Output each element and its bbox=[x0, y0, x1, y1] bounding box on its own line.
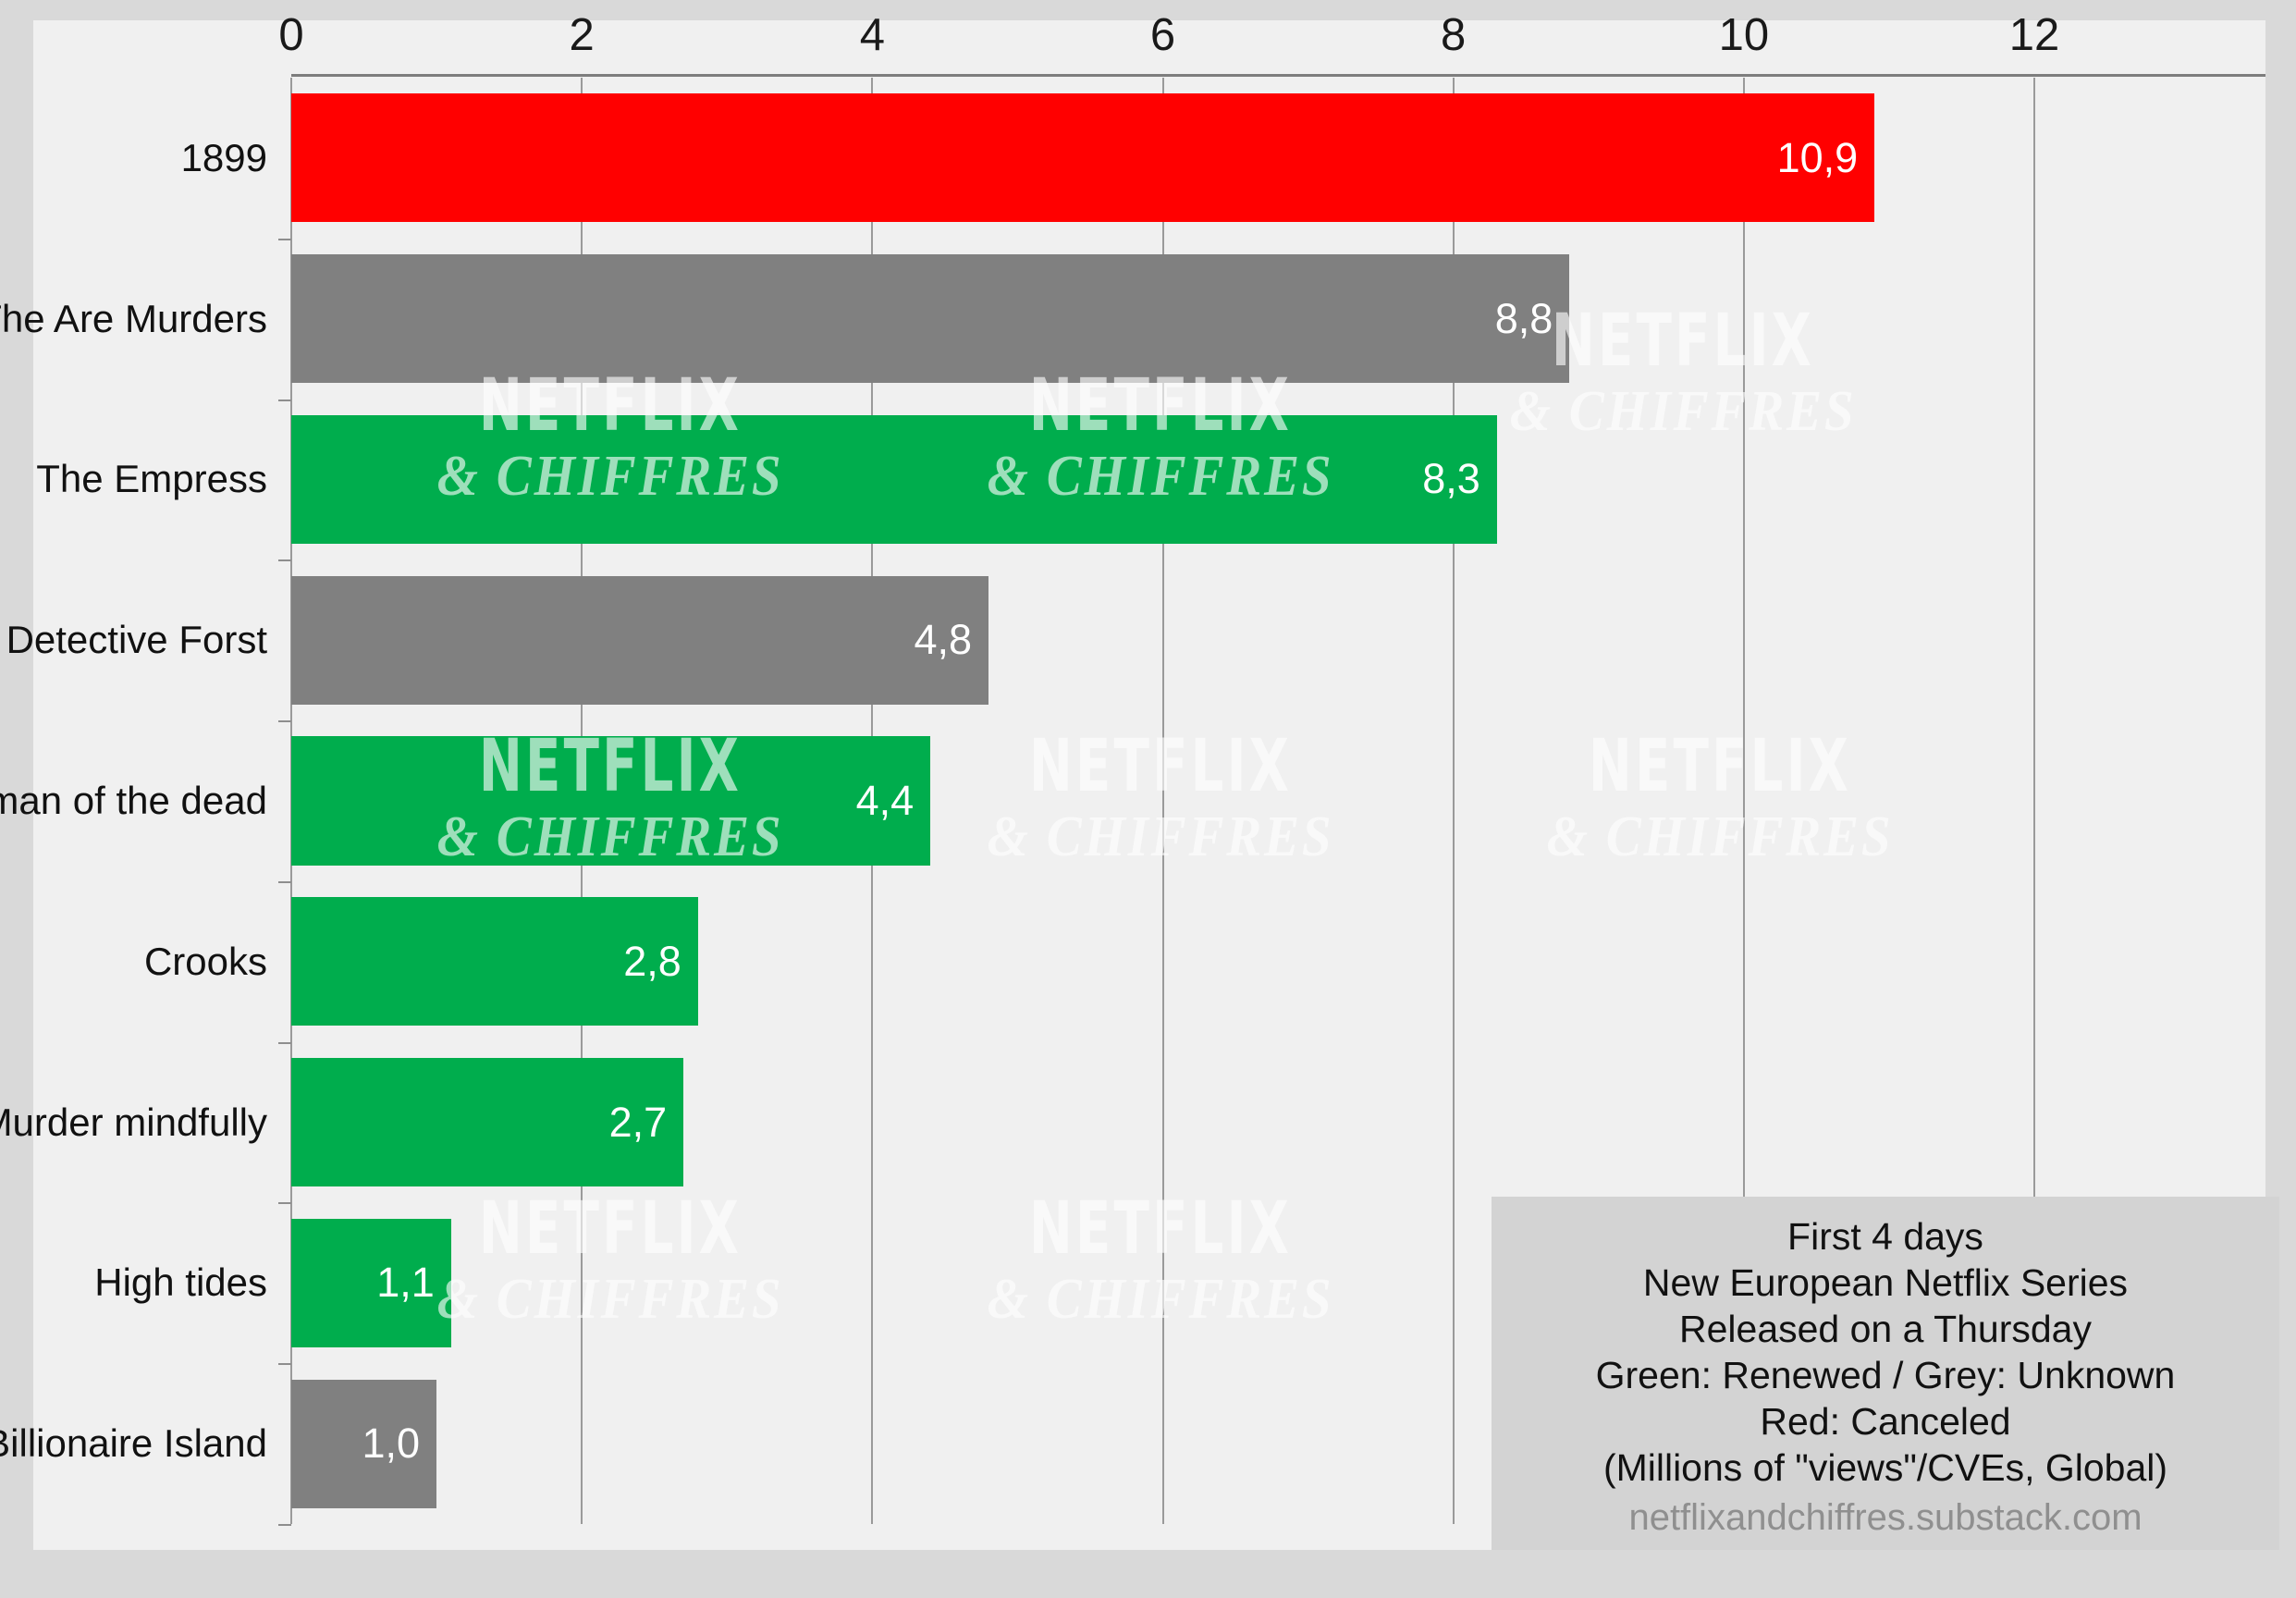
bar: 2,7 bbox=[291, 1058, 683, 1186]
bar: 1,0 bbox=[291, 1380, 436, 1508]
y-tick-mark bbox=[278, 1524, 291, 1526]
x-axis-tick-labels: 024681012 bbox=[0, 0, 2296, 57]
bar: 1,1 bbox=[291, 1219, 451, 1347]
bar: 2,8 bbox=[291, 897, 698, 1026]
x-tick-label-8: 8 bbox=[1441, 9, 1466, 61]
bar-value-label: 2,7 bbox=[609, 1099, 668, 1147]
bar-value-label: 1,0 bbox=[362, 1420, 421, 1468]
source-url[interactable]: netflixandchiffres.substack.com bbox=[1504, 1494, 2266, 1541]
y-tick-mark bbox=[278, 1042, 291, 1044]
x-tick-label-0: 0 bbox=[278, 9, 303, 61]
y-tick-mark bbox=[278, 1202, 291, 1204]
y-tick-mark bbox=[278, 239, 291, 240]
category-label: Woman of the dead bbox=[0, 779, 267, 823]
bar-value-label: 8,3 bbox=[1422, 455, 1480, 503]
category-label: The Empress bbox=[36, 457, 267, 501]
bar-value-label: 1,1 bbox=[376, 1259, 435, 1307]
bar: 4,8 bbox=[291, 576, 988, 705]
note-line-1: First 4 days bbox=[1504, 1213, 2266, 1260]
x-tick-label-2: 2 bbox=[570, 9, 595, 61]
legend-note-box: First 4 days New European Netflix Series… bbox=[1492, 1197, 2279, 1550]
note-line-6: (Millions of "views"/CVEs, Global) bbox=[1504, 1444, 2266, 1491]
x-tick-label-4: 4 bbox=[860, 9, 885, 61]
bar-value-label: 2,8 bbox=[623, 938, 681, 986]
bar: 8,3 bbox=[291, 415, 1497, 544]
note-line-3: Released on a Thursday bbox=[1504, 1306, 2266, 1352]
y-tick-mark bbox=[278, 400, 291, 401]
category-label: The Are Murders bbox=[0, 297, 267, 341]
bar: 10,9 bbox=[291, 93, 1874, 222]
top-axis-line bbox=[291, 74, 2265, 77]
y-tick-mark bbox=[278, 559, 291, 561]
bar: 4,4 bbox=[291, 736, 930, 865]
x-tick-label-10: 10 bbox=[1719, 9, 1770, 61]
y-tick-mark bbox=[278, 881, 291, 883]
bar-value-label: 4,4 bbox=[856, 777, 915, 825]
category-label: Murder mindfully bbox=[0, 1100, 267, 1145]
note-line-4: Green: Renewed / Grey: Unknown bbox=[1504, 1352, 2266, 1398]
bar-value-label: 10,9 bbox=[1777, 134, 1859, 182]
chart-screenshot: NETFLIX& CHIFFRESNETFLIX& CHIFFRESNETFLI… bbox=[0, 0, 2296, 1598]
category-label: Billionaire Island bbox=[0, 1421, 267, 1466]
bar-value-label: 4,8 bbox=[914, 616, 972, 664]
x-tick-label-12: 12 bbox=[2009, 9, 2060, 61]
y-tick-mark bbox=[278, 1363, 291, 1365]
category-label: 1899 bbox=[181, 136, 267, 180]
category-label: Crooks bbox=[144, 940, 267, 984]
note-line-2: New European Netflix Series bbox=[1504, 1260, 2266, 1306]
category-label: High tides bbox=[94, 1260, 267, 1305]
x-tick-label-6: 6 bbox=[1150, 9, 1175, 61]
y-tick-mark bbox=[278, 720, 291, 722]
category-label: Detective Forst bbox=[6, 618, 267, 662]
note-line-5: Red: Canceled bbox=[1504, 1398, 2266, 1444]
bar: 8,8 bbox=[291, 254, 1569, 383]
bar-value-label: 8,8 bbox=[1495, 295, 1553, 343]
